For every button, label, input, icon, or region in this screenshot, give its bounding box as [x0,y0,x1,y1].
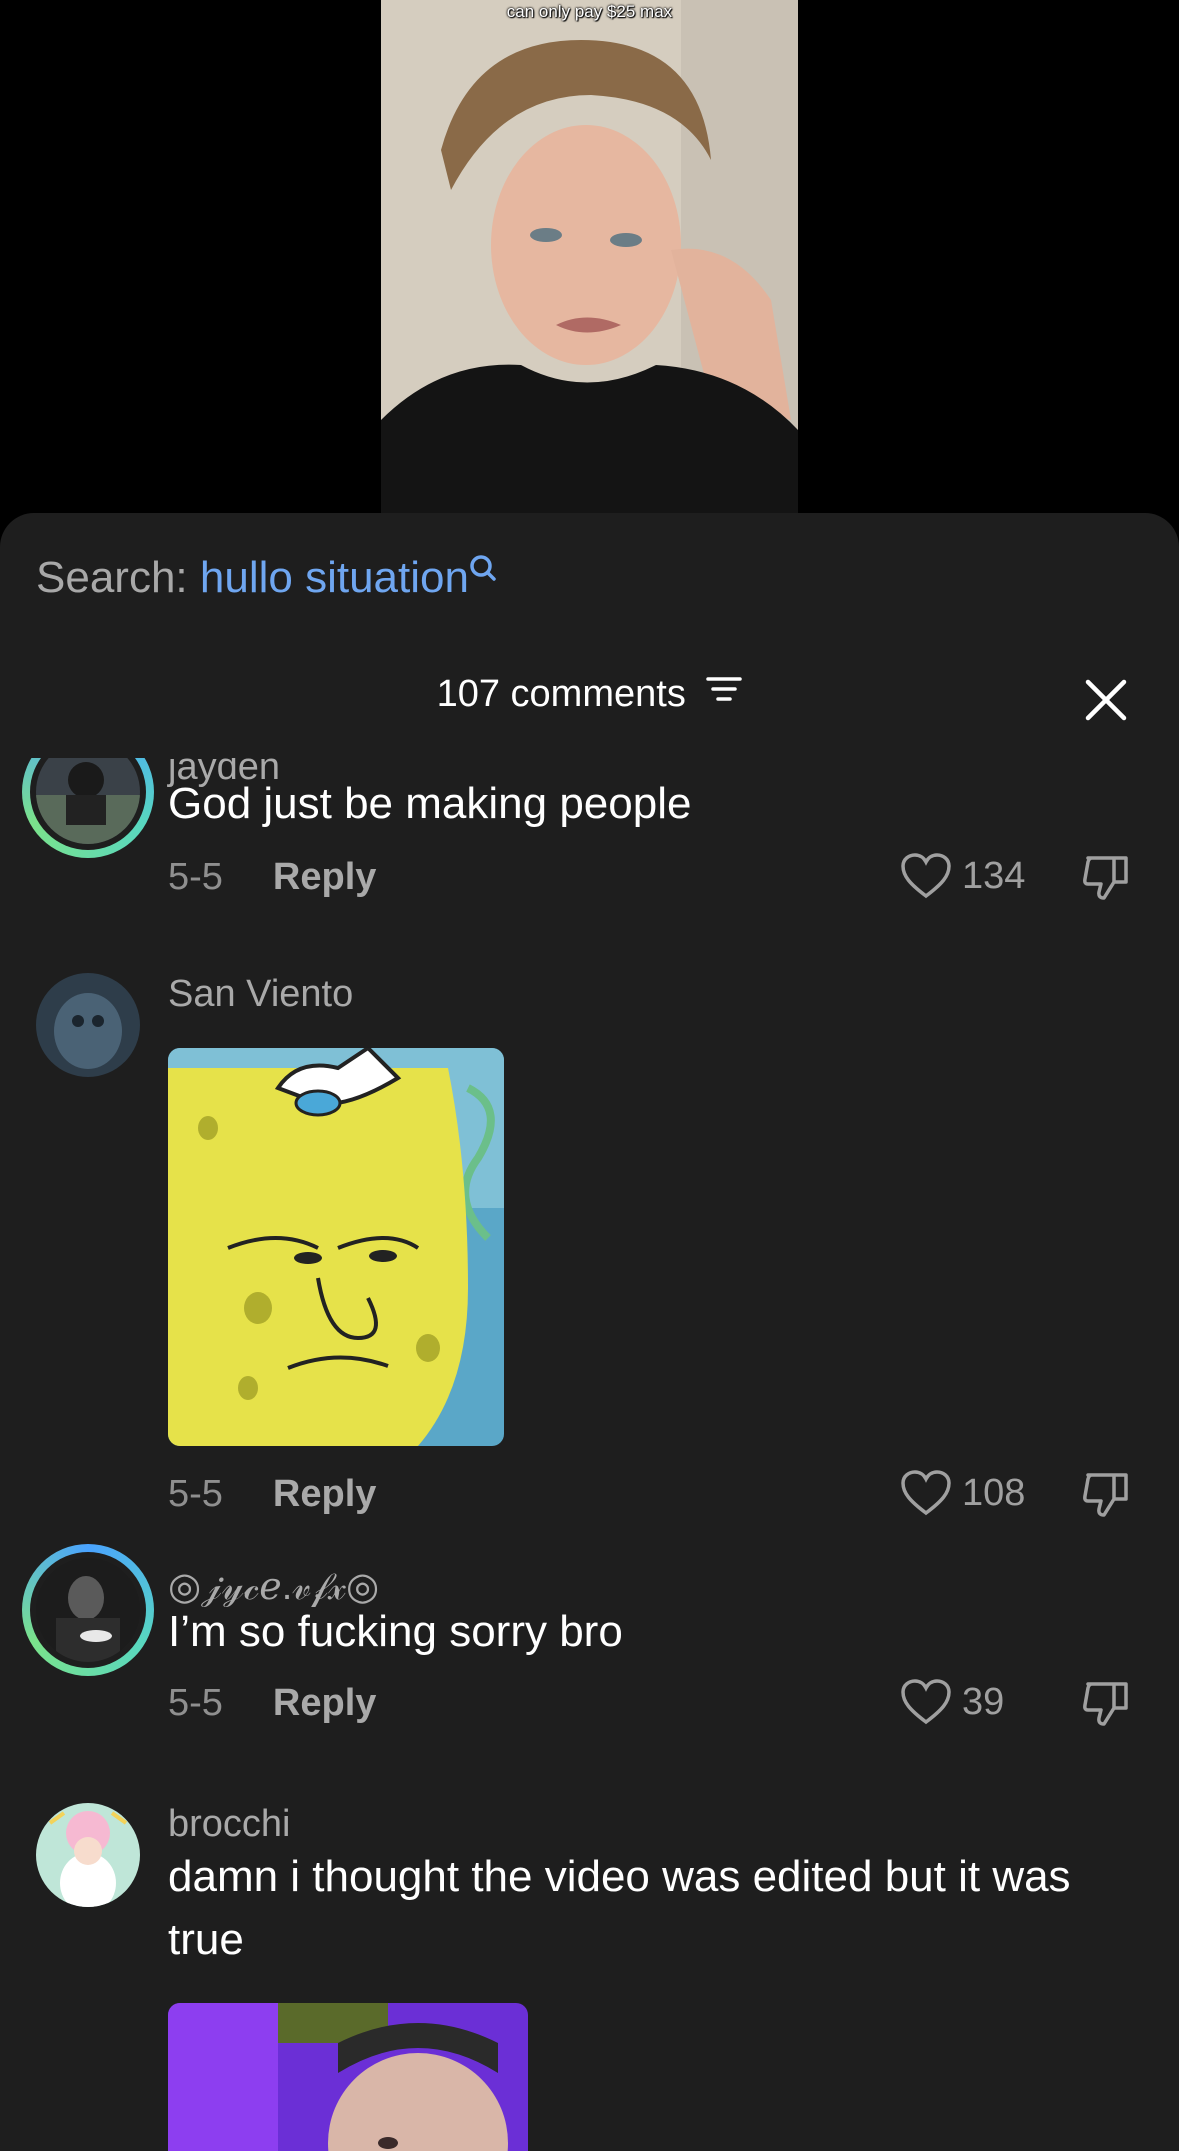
comments-header: 107 comments [0,673,1179,716]
like-button[interactable]: 134 [900,852,1025,900]
like-count: 39 [962,1680,1005,1723]
search-label: Search: [36,553,188,602]
thumbs-down-icon [1083,1473,1128,1517]
comments-sheet: Search: hullo situation 107 comments jay… [0,513,1179,2151]
thumbs-down-icon [1083,856,1128,900]
comment-text: damn i thought the video was edited but … [168,1852,1071,1964]
like-count: 108 [962,1471,1026,1514]
video-player[interactable]: can only pay $25 max [0,0,1179,520]
comment-date: 5-5 [168,1473,223,1515]
comment-date: 5-5 [168,856,223,898]
avatar-with-story-ring[interactable] [22,758,154,858]
comment-date: 5-5 [168,1682,223,1724]
reply-button[interactable]: Reply [273,1682,376,1724]
like-count: 134 [962,854,1026,897]
close-icon [1085,679,1127,721]
comment-meta: 5-5 Reply [168,856,376,899]
video-caption: can only pay $25 max [506,2,673,21]
comment-text: God just be making people [168,779,692,828]
dislike-button[interactable] [1080,1678,1132,1735]
dislike-button[interactable] [1080,852,1132,909]
comment-meta: 5-5 Reply [168,1682,376,1725]
reply-button[interactable]: Reply [273,1473,376,1515]
comment-image[interactable] [168,1048,504,1446]
reply-button[interactable]: Reply [273,856,376,898]
comment-username[interactable]: brocchi [168,1803,291,1846]
comments-list[interactable]: jayden God just be making people 5-5 Repl… [0,758,1179,2151]
sort-filter-icon[interactable] [706,671,743,714]
heart-icon [901,853,951,899]
search-icon [469,549,497,599]
comment-meta: 5-5 Reply [168,1473,376,1516]
video-frame[interactable]: can only pay $25 max [381,0,798,520]
avatar[interactable] [36,1803,140,1907]
avatar[interactable] [36,973,140,1077]
thumbs-down-icon [1083,1682,1128,1726]
comment-text: I’m so fucking sorry bro [168,1607,623,1656]
like-button[interactable]: 108 [900,1469,1025,1517]
avatar-with-story-ring[interactable] [22,1544,154,1676]
video-thumbnail [381,0,798,520]
avatar [36,1558,140,1662]
heart-icon [901,1470,951,1516]
heart-icon [901,1679,951,1725]
comments-count: 107 comments [436,673,686,715]
like-button[interactable]: 39 [900,1678,1004,1726]
comment-username[interactable]: San Viento [168,973,353,1016]
comment-image[interactable] [168,2003,528,2151]
search-term-link[interactable]: hullo situation [200,553,469,602]
search-suggestion[interactable]: Search: hullo situation [36,553,497,603]
close-button[interactable] [1083,677,1129,723]
dislike-button[interactable] [1080,1469,1132,1526]
